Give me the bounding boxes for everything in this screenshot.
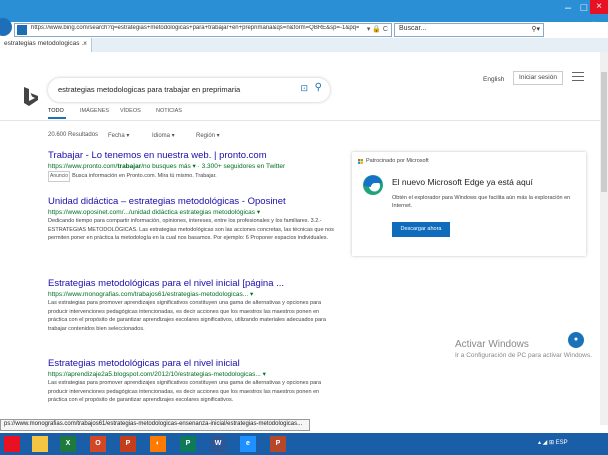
publisher-icon[interactable]: P [180, 436, 196, 452]
activation-subtitle: Ir a Configuración de PC para activar Wi… [455, 352, 592, 359]
browser-search-box[interactable]: Buscar... ⚲▾ [394, 23, 544, 37]
tab-noticias[interactable]: NOTICIAS [156, 108, 182, 114]
result-count: 20.600 Resultados [48, 132, 99, 138]
toolbar-icons[interactable]: ⌂★⚙ [566, 21, 602, 32]
result-desc: Dedicando tiempo para compartir informac… [48, 218, 334, 241]
url-text[interactable]: https://www.bing.com/search?q=estrategia… [31, 25, 359, 31]
bing-favicon-icon [17, 25, 27, 35]
bing-logo-icon[interactable] [22, 86, 40, 108]
firefox-icon[interactable]: ◐ [150, 436, 166, 452]
result-desc: Las estrategias para promover aprendizaj… [48, 300, 326, 332]
powerpoint-2-icon[interactable]: P [270, 436, 286, 452]
tab-title: estrategias metodologicas ... [4, 40, 87, 47]
system-tray[interactable]: ▴ ◢ ⊞ ESP [538, 439, 568, 446]
activation-watermark: Activar Windows Ir a Configuración de PC… [455, 339, 592, 359]
result-item: Estrategias metodológicas para el nivel … [48, 358, 338, 405]
promo-title: El nuevo Microsoft Edge ya está aquí [392, 177, 533, 187]
download-edge-button[interactable]: Descargar ahora [392, 222, 450, 237]
result-title[interactable]: Estrategias metodológicas para el nivel … [48, 278, 338, 290]
header-divider [0, 120, 608, 121]
status-bar: ps://www.monografias.com/trabajos61/estr… [0, 419, 310, 431]
taskbar: X O P ◐ P W e P ▴ ◢ ⊞ ESP [0, 433, 608, 455]
tab-todo[interactable]: TODO [48, 108, 64, 114]
excel-icon[interactable]: X [60, 436, 76, 452]
internet-explorer-icon[interactable]: e [240, 436, 256, 452]
tab-close-icon[interactable]: × [83, 40, 87, 47]
close-window-button[interactable]: × [590, 0, 608, 14]
result-item: Estrategias metodológicas para el nivel … [48, 278, 338, 333]
bing-page: estrategias metodologicas para trabajar … [0, 52, 608, 425]
promo-sponsor: Patrocinado por Microsoft [366, 158, 429, 164]
minimize-button[interactable]: – [560, 2, 576, 14]
result-title[interactable]: Trabajar - Lo tenemos en nuestra web. | … [48, 150, 338, 162]
search-input[interactable]: estrategias metodologicas para trabajar … [48, 78, 330, 102]
activation-title: Activar Windows [455, 339, 529, 350]
camera-icon[interactable]: ⊡ [300, 83, 308, 94]
search-icon[interactable]: ⚲ [315, 82, 322, 93]
status-url: ps://www.monografias.com/trabajos61/estr… [4, 421, 303, 427]
result-title[interactable]: Unidad didáctica – estrategias metodológ… [48, 196, 338, 208]
ad-badge: Anuncio [48, 171, 71, 182]
powerpoint-icon[interactable]: P [120, 436, 136, 452]
tab-videos[interactable]: VÍDEOS [120, 108, 141, 114]
microsoft-logo-icon [358, 159, 363, 164]
title-bar: – □ × [0, 0, 608, 22]
page-scrollbar[interactable] [600, 52, 608, 425]
result-desc: Anuncio Busca información en Pronto.com. … [48, 171, 338, 182]
result-url[interactable]: https://www.pronto.com/trabajar/no busqu… [48, 162, 338, 171]
filter-language[interactable]: Idioma ▾ [152, 132, 175, 139]
filter-date[interactable]: Fecha ▾ [108, 132, 129, 139]
back-button[interactable] [0, 18, 12, 36]
address-actions-icon[interactable]: ▾ 🔒 C [367, 25, 388, 33]
menu-icon[interactable] [572, 72, 584, 82]
edge-logo-icon [363, 175, 383, 195]
browser-search-placeholder[interactable]: Buscar... [399, 25, 426, 32]
tab-imagenes[interactable]: IMÁGENES [80, 108, 109, 114]
tab-row: estrategias metodologicas ... × [0, 38, 608, 52]
tab-active[interactable]: estrategias metodologicas ... × [0, 38, 92, 52]
language-link[interactable]: English [483, 76, 504, 83]
search-icon[interactable]: ⚲▾ [531, 25, 540, 33]
edge-promo-card: Patrocinado por Microsoft El nuevo Micro… [352, 152, 586, 256]
result-desc: Las estrategias para promover aprendizaj… [48, 380, 322, 403]
result-url[interactable]: https://www.oposinet.com/.../unidad didá… [48, 208, 338, 217]
result-item: Unidad didáctica – estrategias metodológ… [48, 196, 338, 243]
result-item: Trabajar - Lo tenemos en nuestra web. | … [48, 150, 338, 182]
filter-region[interactable]: Región ▾ [196, 132, 220, 139]
query-text[interactable]: estrategias metodologicas para trabajar … [58, 85, 240, 94]
signin-button[interactable]: Iniciar sesión [513, 71, 563, 85]
active-tab-indicator [48, 117, 66, 119]
word-icon[interactable]: W [210, 436, 226, 452]
scrollbar-thumb[interactable] [601, 72, 607, 192]
browser-window: – □ × https://www.bing.com/search?q=estr… [0, 0, 608, 455]
file-explorer-icon[interactable] [32, 436, 48, 452]
start-icon[interactable] [4, 436, 20, 452]
result-url[interactable]: https://www.monografias.com/trabajos61/e… [48, 290, 338, 299]
result-title[interactable]: Estrategias metodológicas para el nivel … [48, 358, 338, 370]
result-url[interactable]: https://aprendizaje2a5.blogspot.com/2012… [48, 370, 338, 379]
address-bar[interactable]: https://www.bing.com/search?q=estrategia… [14, 23, 392, 37]
promo-desc: Obtén el explorador para Windows que fac… [392, 195, 571, 209]
outlook-icon[interactable]: O [90, 436, 106, 452]
